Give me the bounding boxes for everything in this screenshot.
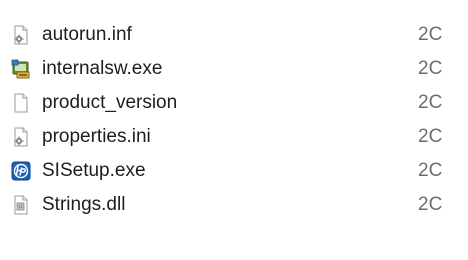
file-name: product_version	[42, 92, 178, 113]
file-name: SISetup.exe	[42, 160, 146, 181]
file-row-product-version[interactable]: product_version 2C	[0, 86, 468, 120]
file-date: 2C	[418, 126, 443, 147]
file-name: autorun.inf	[42, 24, 132, 45]
dll-file-icon	[11, 195, 31, 215]
file-name: internalsw.exe	[42, 58, 163, 79]
file-list: autorun.inf 2C internalsw.exe 2C product…	[0, 18, 468, 222]
installer-exe-icon	[11, 59, 31, 79]
file-name: Strings.dll	[42, 194, 126, 215]
file-name: properties.ini	[42, 126, 151, 147]
file-date: 2C	[418, 194, 443, 215]
file-row-sisetup[interactable]: SISetup.exe 2C	[0, 154, 468, 188]
file-date: 2C	[418, 58, 443, 79]
file-date: 2C	[418, 160, 443, 181]
settings-file-icon	[11, 25, 31, 45]
file-row-strings[interactable]: Strings.dll 2C	[0, 188, 468, 222]
file-date: 2C	[418, 92, 443, 113]
hp-setup-icon	[11, 161, 31, 181]
file-row-properties[interactable]: properties.ini 2C	[0, 120, 468, 154]
blank-file-icon	[11, 93, 31, 113]
settings-file-icon	[11, 127, 31, 147]
file-row-internalsw[interactable]: internalsw.exe 2C	[0, 52, 468, 86]
file-row-autorun[interactable]: autorun.inf 2C	[0, 18, 468, 52]
file-date: 2C	[418, 24, 443, 45]
